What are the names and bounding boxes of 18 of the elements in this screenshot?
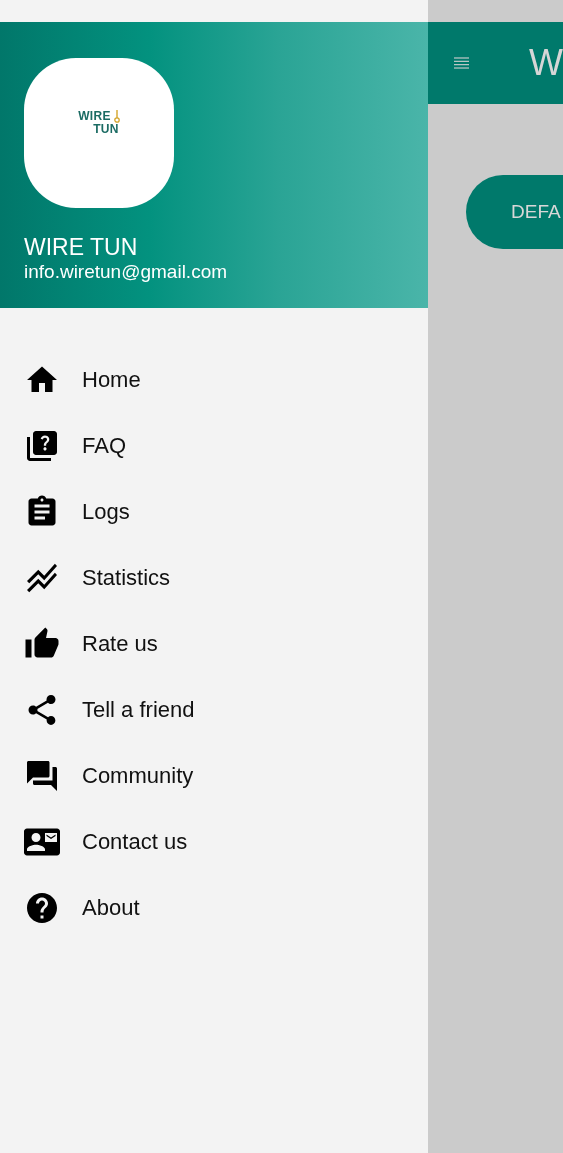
logo-text: TUN (93, 123, 119, 136)
menu-item[interactable]: Home (0, 347, 428, 413)
default-button[interactable]: DEFA (466, 175, 563, 249)
menu-item[interactable]: Tell a friend (0, 677, 428, 743)
question-cards-icon (24, 428, 60, 464)
menu-item[interactable]: Logs (0, 479, 428, 545)
menu-item[interactable]: Community (0, 743, 428, 809)
menu-item[interactable]: Rate us (0, 611, 428, 677)
logo-text: WIRE (78, 110, 111, 123)
menu-item[interactable]: Contact us (0, 809, 428, 875)
menu-item[interactable]: About (0, 875, 428, 941)
app-title: W (529, 42, 563, 84)
key-icon (113, 110, 120, 123)
help-icon (24, 890, 60, 926)
menu-item[interactable]: FAQ (0, 413, 428, 479)
user-name: WIRE TUN (24, 234, 139, 260)
user-email: info.wiretun@gmail.com (24, 260, 229, 284)
menu-item[interactable]: Statistics (0, 545, 428, 611)
